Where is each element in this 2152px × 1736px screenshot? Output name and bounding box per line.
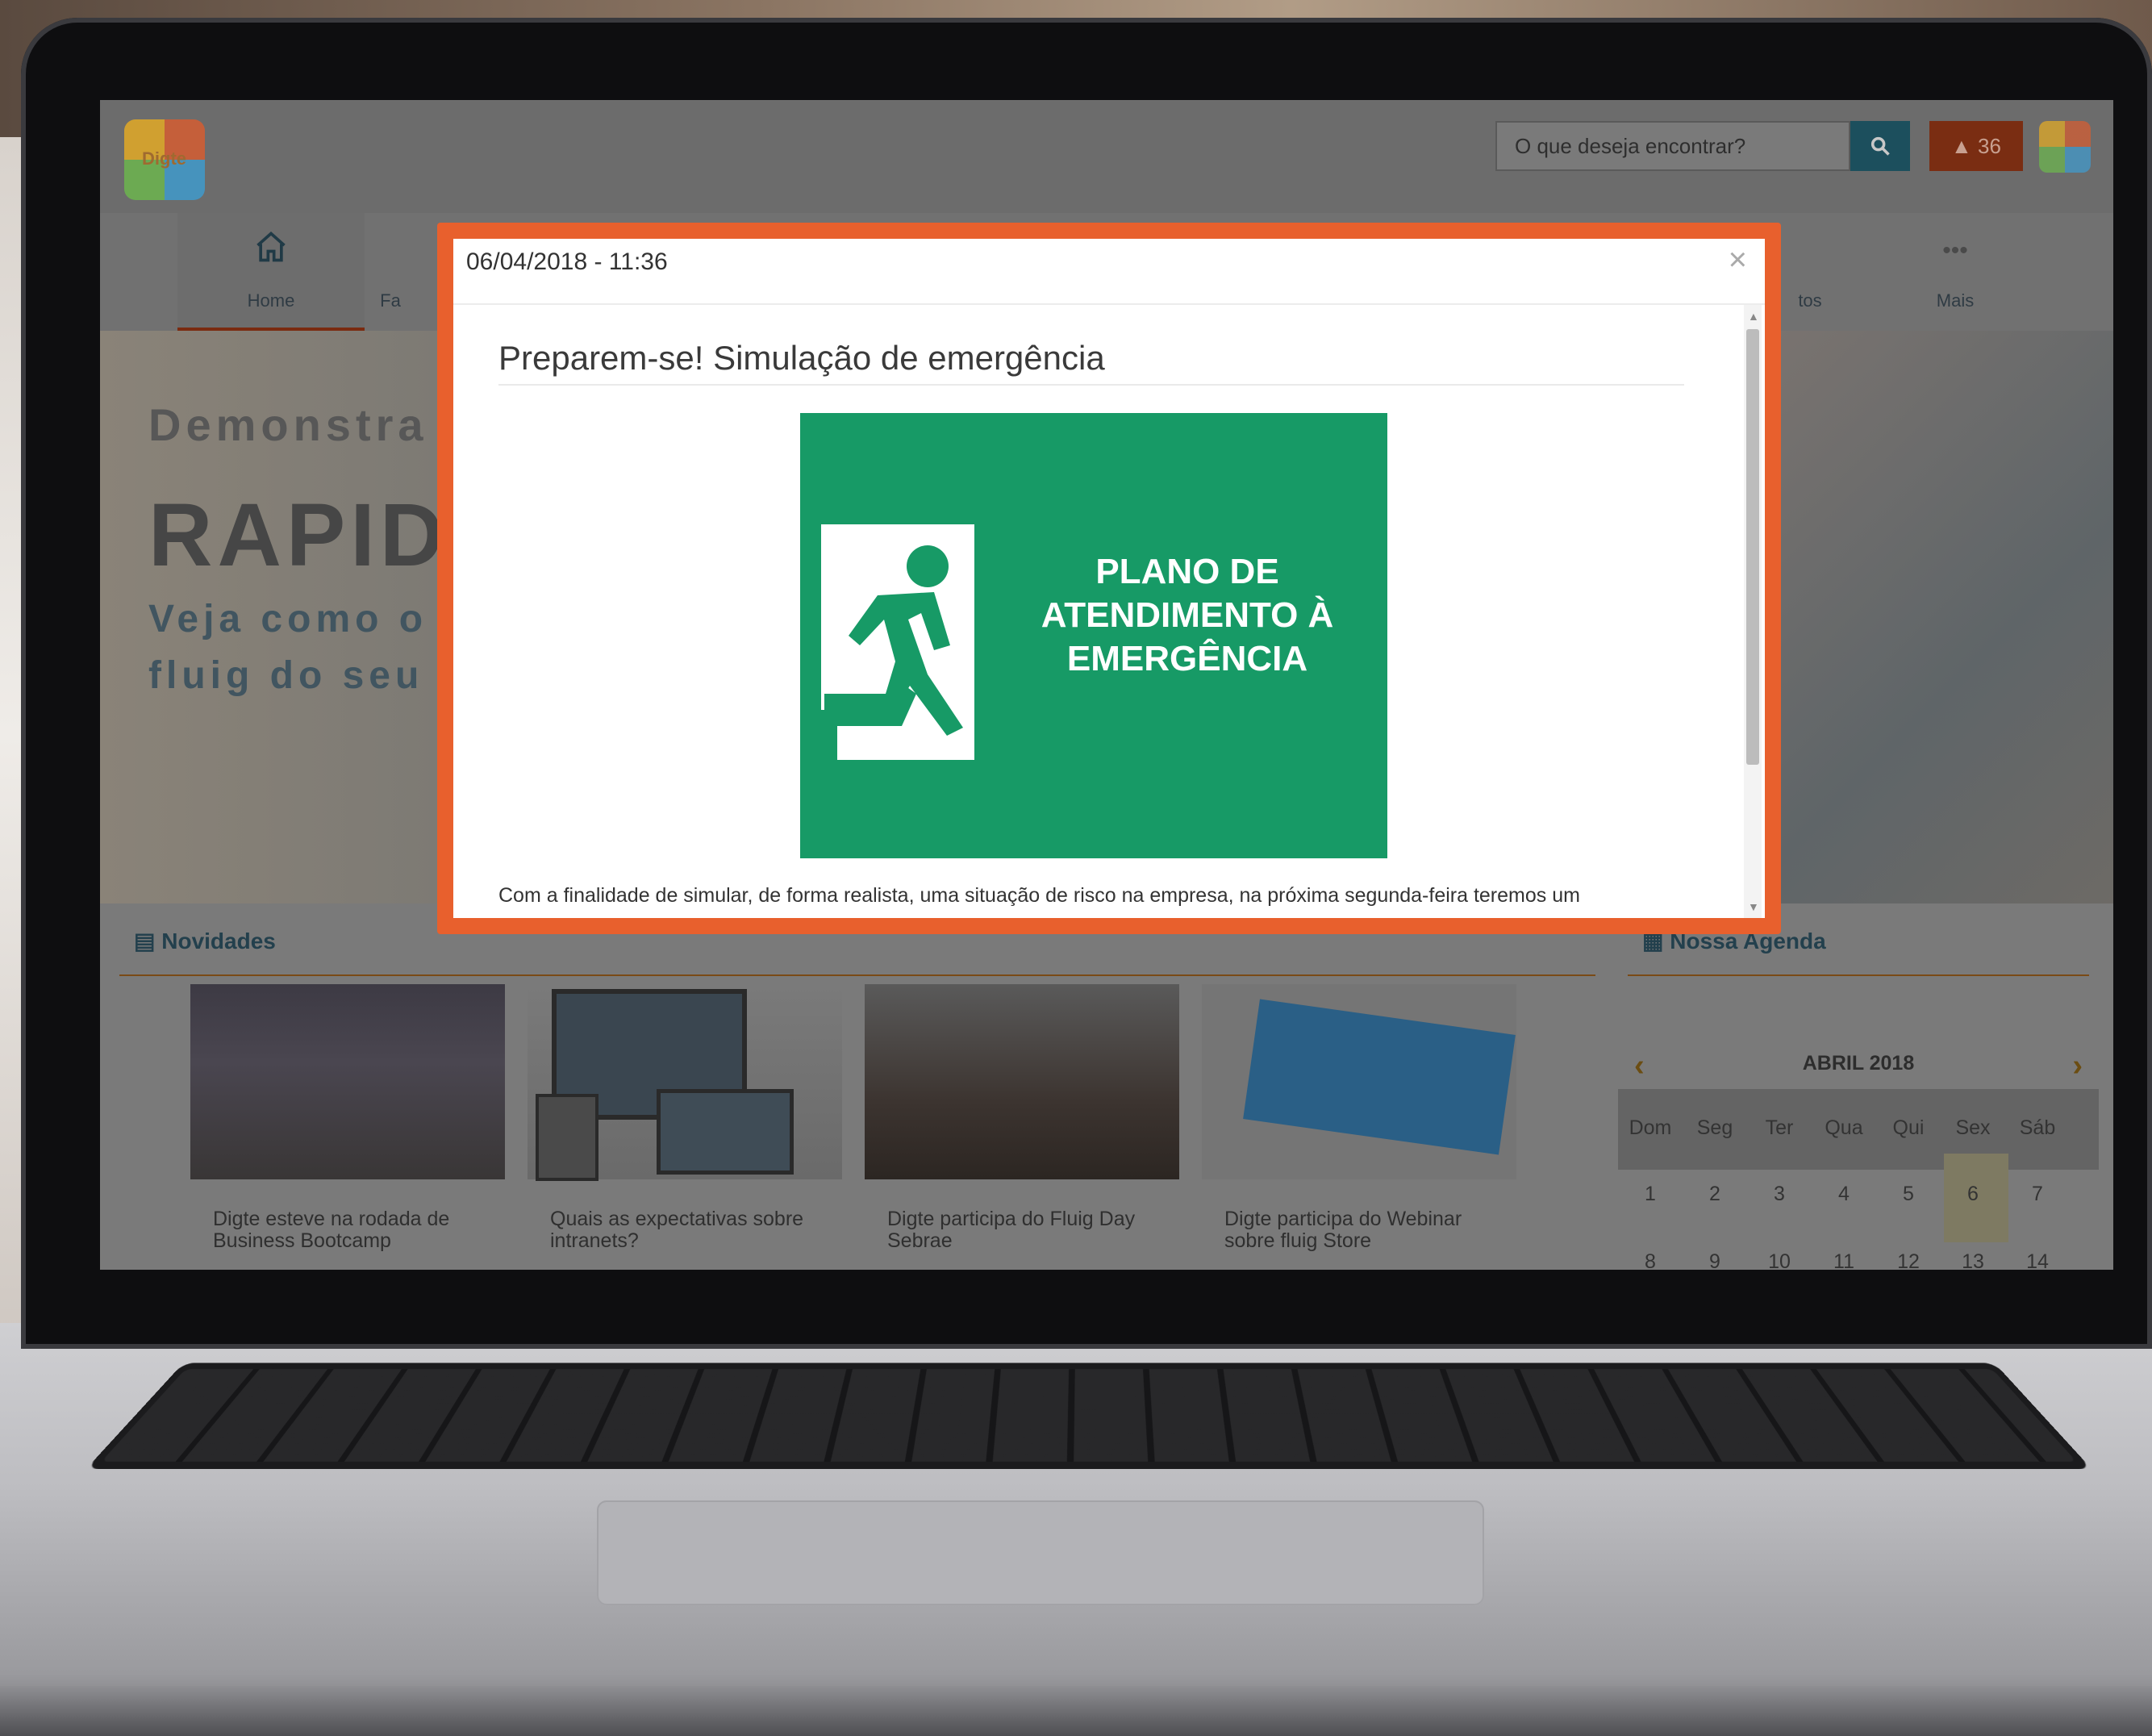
calendar-day[interactable]: 14 bbox=[2005, 1250, 2070, 1270]
calendar-day[interactable]: 10 bbox=[1747, 1250, 1812, 1270]
hero-line-4: fluig do seu bbox=[148, 654, 424, 697]
warning-icon: ▲ bbox=[1951, 134, 1972, 158]
news-thumbnail bbox=[1202, 984, 1516, 1179]
page-header: Digte O que deseja encontrar? ▲ 36 bbox=[100, 100, 2113, 213]
scroll-down-icon[interactable]: ▼ bbox=[1748, 900, 1759, 913]
news-caption: Digte esteve na rodada de Business Bootc… bbox=[213, 1208, 450, 1252]
exit-sign-icon bbox=[821, 524, 974, 760]
nav-item-partial-1-label: Fa bbox=[380, 290, 401, 311]
alerts-button[interactable]: ▲ 36 bbox=[1929, 121, 2023, 171]
modal-title-divider bbox=[498, 384, 1684, 386]
news-caption: Quais as expectativas sobre intranets? bbox=[550, 1208, 804, 1252]
news-item[interactable]: Digte participa do Fluig Day Sebrae bbox=[865, 984, 1179, 1252]
weekday-label: Seg bbox=[1696, 1116, 1733, 1139]
modal-scrollbar[interactable]: ▲ ▼ bbox=[1744, 305, 1762, 918]
calendar-month: ABRIL 2018 bbox=[1802, 1052, 1915, 1075]
search-input[interactable]: O que deseja encontrar? bbox=[1495, 121, 1850, 171]
nav-item-more[interactable]: ••• Mais bbox=[1907, 213, 2004, 331]
scroll-up-icon[interactable]: ▲ bbox=[1748, 310, 1759, 323]
calendar-day[interactable]: 9 bbox=[1683, 1250, 1747, 1270]
calendar-day[interactable]: 2 bbox=[1683, 1183, 1747, 1206]
modal-title: Preparem-se! Simulação de emergência bbox=[498, 339, 1105, 377]
weekday-label: Dom bbox=[1629, 1116, 1672, 1139]
laptop-base-edge bbox=[0, 1686, 2152, 1736]
nav-item-home[interactable]: Home bbox=[177, 213, 365, 331]
weekday-label: Qui bbox=[1892, 1116, 1925, 1139]
alert-count: 36 bbox=[1978, 134, 2001, 158]
nav-item-partial-2[interactable]: tos bbox=[1778, 213, 1842, 331]
weekday-label: Qua bbox=[1825, 1116, 1863, 1139]
news-divider bbox=[119, 974, 1595, 976]
news-title-text: Novidades bbox=[161, 929, 276, 954]
news-thumbnail bbox=[528, 984, 842, 1181]
modal-body-text: Com a finalidade de simular, de forma re… bbox=[498, 884, 1580, 907]
weekday-label: Sáb bbox=[2019, 1116, 2056, 1139]
modal-body[interactable]: Preparem-se! Simulação de emergência PLA… bbox=[453, 305, 1765, 918]
logo-text: Digte bbox=[142, 148, 186, 169]
hero-line-1: Demonstra bbox=[148, 399, 428, 450]
calendar-day[interactable]: 7 bbox=[2005, 1183, 2070, 1206]
nav-item-partial-1[interactable]: Fa bbox=[366, 213, 415, 331]
news-caption: Digte participa do Fluig Day Sebrae bbox=[887, 1208, 1136, 1252]
weekday-label: Ter bbox=[1765, 1116, 1794, 1139]
announcement-modal: 06/04/2018 - 11:36 × Preparem-se! Simula… bbox=[453, 239, 1765, 918]
emergency-banner-image: PLANO DE ATENDIMENTO À EMERGÊNCIA bbox=[800, 413, 1387, 858]
hero-line-2: RAPID bbox=[148, 486, 449, 585]
more-dots-icon: ••• bbox=[1942, 237, 1968, 264]
calendar-day[interactable]: 11 bbox=[1812, 1250, 1876, 1270]
news-section-title: ▤ Novidades bbox=[134, 928, 276, 954]
news-item[interactable]: Digte esteve na rodada de Business Bootc… bbox=[190, 984, 505, 1252]
calendar-day[interactable]: 12 bbox=[1876, 1250, 1941, 1270]
calendar-day[interactable]: 13 bbox=[1941, 1250, 2005, 1270]
chevron-right-icon[interactable]: › bbox=[2072, 1049, 2083, 1083]
calendar-day[interactable]: 1 bbox=[1618, 1183, 1683, 1206]
newspaper-icon: ▤ bbox=[134, 929, 156, 954]
laptop-trackpad bbox=[597, 1500, 1484, 1605]
news-caption: Digte participa do Webinar sobre fluig S… bbox=[1224, 1208, 1462, 1252]
calendar-day[interactable]: 5 bbox=[1876, 1183, 1941, 1206]
logo[interactable]: Digte bbox=[124, 119, 205, 200]
search-button[interactable] bbox=[1850, 121, 1910, 171]
scroll-thumb[interactable] bbox=[1746, 329, 1759, 765]
agenda-divider bbox=[1628, 974, 2089, 976]
nav-item-partial-2-label: tos bbox=[1798, 290, 1822, 311]
laptop-keyboard bbox=[85, 1363, 2092, 1470]
news-thumbnail bbox=[865, 984, 1179, 1179]
calendar-day[interactable]: 4 bbox=[1812, 1183, 1876, 1206]
modal-date: 06/04/2018 - 11:36 bbox=[466, 248, 668, 275]
news-thumbnail bbox=[190, 984, 505, 1179]
search-icon bbox=[1870, 136, 1890, 156]
close-icon[interactable]: × bbox=[1729, 242, 1747, 278]
calendar-day[interactable]: 8 bbox=[1618, 1250, 1683, 1270]
modal-header: 06/04/2018 - 11:36 × bbox=[453, 239, 1765, 305]
calendar-weekday-header: Dom Seg Ter Qua Qui Sex Sáb bbox=[1618, 1089, 2099, 1170]
calendar-day[interactable]: 6 bbox=[1941, 1183, 2005, 1206]
avatar[interactable] bbox=[2039, 121, 2091, 173]
news-item[interactable]: Digte participa do Webinar sobre fluig S… bbox=[1202, 984, 1516, 1252]
calendar: ‹ ABRIL 2018 › Dom Seg Ter Qua Qui Sex S… bbox=[1618, 1049, 2099, 1270]
banner-text: PLANO DE ATENDIMENTO À EMERGÊNCIA bbox=[1041, 552, 1334, 678]
hero-image bbox=[1737, 331, 2113, 903]
weekday-label: Sex bbox=[1955, 1116, 1991, 1139]
hero-line-3: Veja como o bbox=[148, 598, 428, 641]
nav-item-more-label: Mais bbox=[1936, 290, 1975, 311]
news-item[interactable]: Quais as expectativas sobre intranets? bbox=[528, 984, 842, 1252]
home-icon bbox=[256, 232, 286, 262]
nav-item-home-label: Home bbox=[247, 290, 295, 311]
calendar-day[interactable]: 3 bbox=[1747, 1183, 1812, 1206]
